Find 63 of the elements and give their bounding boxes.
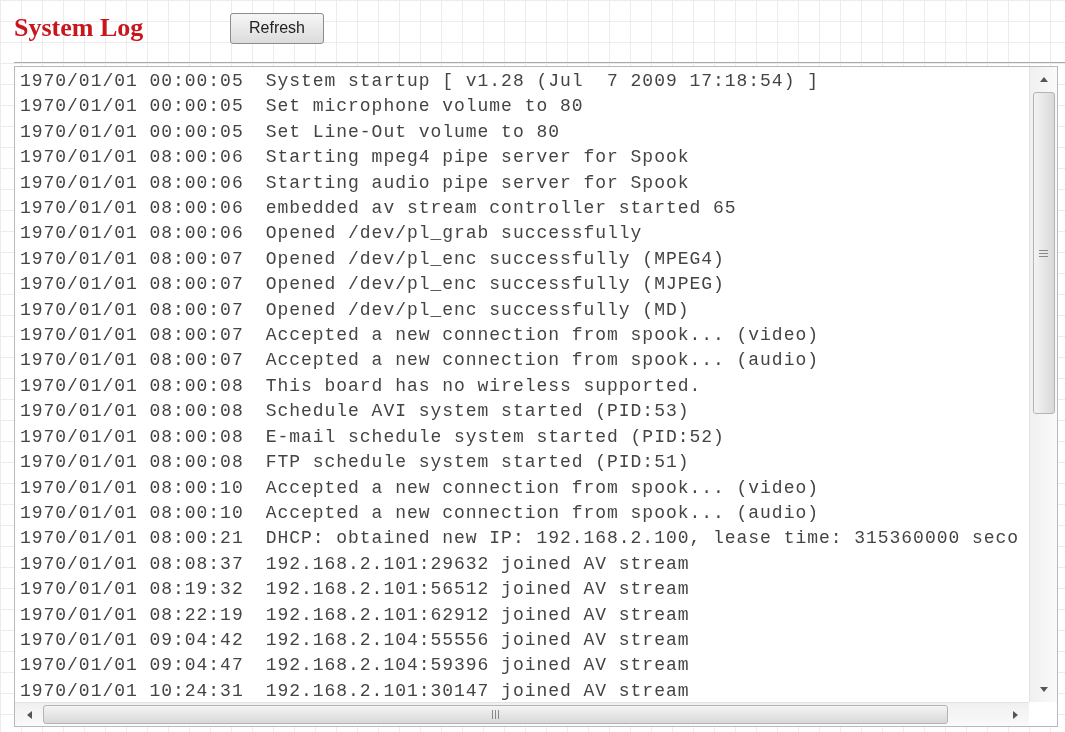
log-message: Accepted a new connection from spook... (video) — [265, 476, 819, 500]
log-message: Schedule AVI system started (PID:53) — [265, 400, 690, 424]
log-message: Set microphone volume to 80 — [265, 95, 584, 119]
log-timestamp: 1970/01/01 08:08:37 — [20, 552, 244, 576]
page-title: System Log — [14, 12, 144, 44]
log-message: Opened /dev/pl_enc successfully (MJPEG) — [265, 273, 725, 297]
log-message: 192.168.2.101:62912 joined AV stream — [265, 603, 690, 627]
log-timestamp: 1970/01/01 08:00:06 — [20, 146, 244, 170]
scroll-left-arrow-icon[interactable] — [26, 710, 32, 719]
scrollbar-thumb[interactable] — [1032, 92, 1055, 414]
log-message: This board has no wireless supported. — [265, 374, 702, 398]
log-message: embedded av stream controller started 65 — [265, 197, 737, 221]
log-message: 192.168.2.101:29632 joined AV stream — [265, 552, 690, 576]
log-timestamp: 1970/01/01 08:00:07 — [20, 298, 244, 322]
scroll-down-arrow-icon[interactable] — [1039, 687, 1048, 692]
log-timestamp: 1970/01/01 08:22:19 — [20, 603, 244, 627]
log-timestamp: 1970/01/01 00:00:05 — [20, 95, 244, 119]
log-timestamp: 1970/01/01 08:00:07 — [20, 349, 244, 373]
log-timestamp: 1970/01/01 08:00:07 — [20, 324, 244, 348]
log-message: E-mail schedule system started (PID:52) — [265, 425, 725, 449]
log-timestamp: 1970/01/01 08:00:06 — [20, 222, 244, 246]
scroll-up-arrow-icon[interactable] — [1039, 77, 1048, 82]
log-message: Opened /dev/pl_enc successfully (MD) — [265, 298, 690, 322]
log-timestamp: 1970/01/01 08:00:08 — [20, 425, 244, 449]
log-message: Starting audio pipe server for Spook — [265, 171, 690, 195]
log-message: 192.168.2.101:30147 joined AV stream — [265, 679, 690, 702]
log-message: DHCP: obtained new IP: 192.168.2.100, lease time: 315360000 seco — [265, 527, 1020, 551]
log-message: Starting mpeg4 pipe server for Spook — [265, 146, 690, 170]
log-timestamp: 1970/01/01 08:00:10 — [20, 501, 244, 525]
log-message: Accepted a new connection from spook... (audio) — [265, 349, 819, 373]
log-message: System startup [ v1.28 (Jul 7 2009 17:18:54) ] — [265, 70, 819, 93]
grip-icon — [492, 710, 499, 719]
log-timestamp: 1970/01/01 08:19:32 — [20, 578, 244, 602]
log-message: 192.168.2.104:55556 joined AV stream — [265, 628, 690, 652]
log-timestamp: 1970/01/01 08:00:06 — [20, 197, 244, 221]
log-timestamp: 1970/01/01 08:00:06 — [20, 171, 244, 195]
log-message: Opened /dev/pl_grab successfully — [265, 222, 643, 246]
log-timestamp: 1970/01/01 09:04:42 — [20, 628, 244, 652]
log-timestamp: 1970/01/01 08:00:08 — [20, 451, 244, 475]
log-timestamp: 1970/01/01 09:04:47 — [20, 654, 244, 678]
log-message: Accepted a new connection from spook... (video) — [265, 324, 819, 348]
log-message: Set Line-Out volume to 80 — [265, 120, 560, 144]
log-message: 192.168.2.104:59396 joined AV stream — [265, 654, 690, 678]
log-message: Opened /dev/pl_enc successfully (MPEG4) — [265, 247, 725, 271]
log-timestamp: 1970/01/01 08:00:08 — [20, 400, 244, 424]
log-timestamp: 1970/01/01 10:24:31 — [20, 679, 244, 702]
grip-icon — [1039, 249, 1048, 257]
log-textarea[interactable] — [14, 66, 1058, 727]
horizontal-scrollbar[interactable] — [15, 702, 1029, 726]
log-timestamp: 1970/01/01 08:00:07 — [20, 273, 244, 297]
log-message: FTP schedule system started (PID:51) — [265, 451, 690, 475]
scroll-right-arrow-icon[interactable] — [1012, 710, 1018, 719]
log-message: Accepted a new connection from spook... (audio) — [265, 501, 819, 525]
log-timestamp: 1970/01/01 08:00:07 — [20, 247, 244, 271]
log-timestamp: 1970/01/01 00:00:05 — [20, 70, 244, 93]
log-timestamp: 1970/01/01 08:00:10 — [20, 476, 244, 500]
log-timestamp: 1970/01/01 08:00:08 — [20, 374, 244, 398]
log-timestamp: 1970/01/01 08:00:21 — [20, 527, 244, 551]
vertical-scrollbar[interactable] — [1029, 67, 1057, 702]
refresh-button[interactable]: Refresh — [230, 12, 324, 44]
log-timestamp: 1970/01/01 00:00:05 — [20, 120, 244, 144]
scrollbar-thumb[interactable] — [43, 705, 948, 724]
log-message: 192.168.2.101:56512 joined AV stream — [265, 578, 690, 602]
